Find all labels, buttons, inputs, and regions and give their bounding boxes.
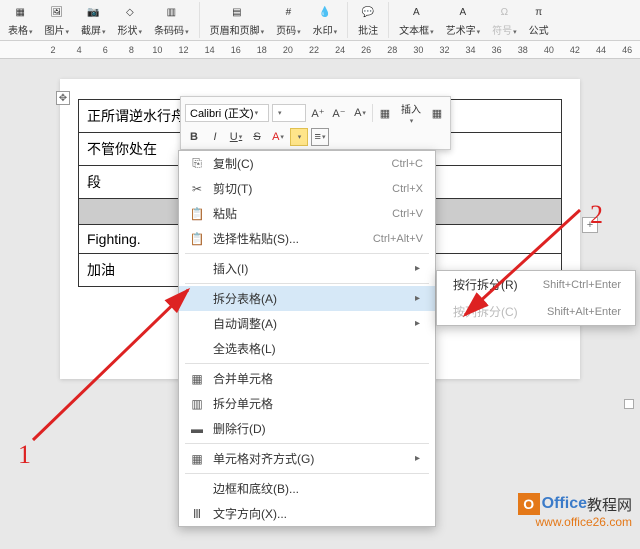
menu-auto-fit[interactable]: 自动调整(A) ▸ (179, 311, 435, 336)
camera-icon: 📷 (84, 3, 102, 21)
cut-icon: ✂ (187, 182, 207, 196)
wordart-icon: A (454, 3, 472, 21)
ribbon-header-footer[interactable]: ▤ 页眉和页脚▾ (206, 2, 269, 38)
highlight-button[interactable]: ▾ (290, 128, 308, 146)
italic-button[interactable]: I (206, 128, 224, 146)
increase-font-button[interactable]: A⁺ (309, 104, 327, 122)
menu-select-all[interactable]: 全选表格(L) (179, 336, 435, 361)
align-button[interactable]: ≡▾ (311, 128, 329, 146)
font-color-button[interactable]: A▾ (269, 128, 287, 146)
ribbon-page-number[interactable]: # 页码▾ (272, 2, 305, 38)
mini-insert-button[interactable]: 插入▾ (397, 100, 425, 126)
mini-toolbar: Calibri (正文) ▾ ▾ A⁺ A⁻ A▾ ▦ 插入▾ ▦ B I U▾… (180, 96, 451, 150)
ribbon: ▦ 表格▾ 🖼 图片▾ 📷 截屏▾ ◇ 形状▾ ▥ 条码码▾ ▤ 页眉和页脚▾ … (0, 0, 640, 41)
symbol-icon: Ω (495, 3, 513, 21)
menu-paste-special[interactable]: 📋 选择性粘贴(S)... Ctrl+Alt+V (179, 226, 435, 251)
comment-icon: 💬 (359, 3, 377, 21)
menu-insert[interactable]: 插入(I) ▸ (179, 256, 435, 281)
underline-button[interactable]: U▾ (227, 128, 245, 146)
ribbon-comment[interactable]: 💬 批注 (354, 2, 382, 38)
formula-icon: π (530, 3, 548, 21)
annotation-number-1: 1 (18, 440, 31, 470)
menu-borders[interactable]: 边框和底纹(B)... (179, 476, 435, 501)
menu-merge-cells[interactable]: ▦ 合并单元格 (179, 366, 435, 391)
table-resize-handle[interactable] (624, 399, 634, 409)
ribbon-barcode[interactable]: ▥ 条码码▾ (150, 2, 193, 38)
menu-split-table[interactable]: 拆分表格(A) ▸ (179, 286, 435, 311)
strike-button[interactable]: S (248, 128, 266, 146)
menu-copy[interactable]: ⎘ 复制(C) Ctrl+C (179, 151, 435, 176)
split-icon: ▥ (187, 397, 207, 411)
table-icon: ▦ (11, 3, 29, 21)
menu-delete-row[interactable]: ▬ 删除行(D) (179, 416, 435, 441)
bold-button[interactable]: B (185, 128, 203, 146)
watermark-icon: 💧 (316, 3, 334, 21)
delete-row-icon: ▬ (187, 422, 207, 436)
copy-icon: ⎘ (187, 156, 207, 171)
ribbon-formula[interactable]: π 公式 (525, 2, 553, 38)
watermark-url: www.office26.com (518, 515, 632, 529)
textbox-icon: A (407, 3, 425, 21)
menu-cut[interactable]: ✂ 剪切(T) Ctrl+X (179, 176, 435, 201)
annotation-number-2: 2 (590, 200, 603, 230)
pagenum-icon: # (279, 3, 297, 21)
text-dir-icon: Ⅲ (187, 507, 207, 521)
split-table-submenu: 按行拆分(R) Shift+Ctrl+Enter 按列拆分(C) Shift+A… (436, 270, 636, 326)
menu-split-cells[interactable]: ▥ 拆分单元格 (179, 391, 435, 416)
office-logo-icon: O (518, 493, 540, 515)
ribbon-watermark[interactable]: 💧 水印▾ (309, 2, 342, 38)
barcode-icon: ▥ (162, 3, 180, 21)
table-move-handle[interactable]: ✥ (56, 91, 70, 105)
menu-text-direction[interactable]: Ⅲ 文字方向(X)... (179, 501, 435, 526)
table-insert-icon[interactable]: ▦ (376, 104, 394, 122)
align-icon: ▦ (187, 452, 207, 466)
font-size-select[interactable]: ▾ (272, 104, 306, 122)
shape-icon: ◇ (121, 3, 139, 21)
context-menu: ⎘ 复制(C) Ctrl+C ✂ 剪切(T) Ctrl+X 📋 粘贴 Ctrl+… (178, 150, 436, 527)
merge-icon: ▦ (187, 372, 207, 386)
font-family-select[interactable]: Calibri (正文) ▾ (185, 104, 269, 122)
ribbon-image[interactable]: 🖼 图片▾ (41, 2, 74, 38)
menu-cell-align[interactable]: ▦ 单元格对齐方式(G) ▸ (179, 446, 435, 471)
header-icon: ▤ (228, 3, 246, 21)
ruler: 2468101214161820222426283032343638404244… (0, 41, 640, 59)
mini-grid-icon[interactable]: ▦ (428, 104, 446, 122)
decrease-font-button[interactable]: A⁻ (330, 104, 348, 122)
ribbon-symbol[interactable]: Ω 符号▾ (488, 2, 521, 38)
ribbon-shape[interactable]: ◇ 形状▾ (114, 2, 147, 38)
menu-paste[interactable]: 📋 粘贴 Ctrl+V (179, 201, 435, 226)
ribbon-wordart[interactable]: A 艺术字▾ (442, 2, 485, 38)
clear-format-button[interactable]: A▾ (351, 104, 369, 122)
ribbon-textbox[interactable]: A 文本框▾ (395, 2, 438, 38)
image-icon: 🖼 (48, 3, 66, 21)
ribbon-screenshot[interactable]: 📷 截屏▾ (77, 2, 110, 38)
watermark-logo: O Office教程网 www.office26.com (518, 493, 632, 529)
submenu-by-row[interactable]: 按行拆分(R) Shift+Ctrl+Enter (437, 271, 635, 298)
paste-icon: 📋 (187, 207, 207, 221)
paste-special-icon: 📋 (187, 232, 207, 246)
ribbon-table[interactable]: ▦ 表格▾ (4, 2, 37, 38)
submenu-by-col[interactable]: 按列拆分(C) Shift+Alt+Enter (437, 298, 635, 325)
